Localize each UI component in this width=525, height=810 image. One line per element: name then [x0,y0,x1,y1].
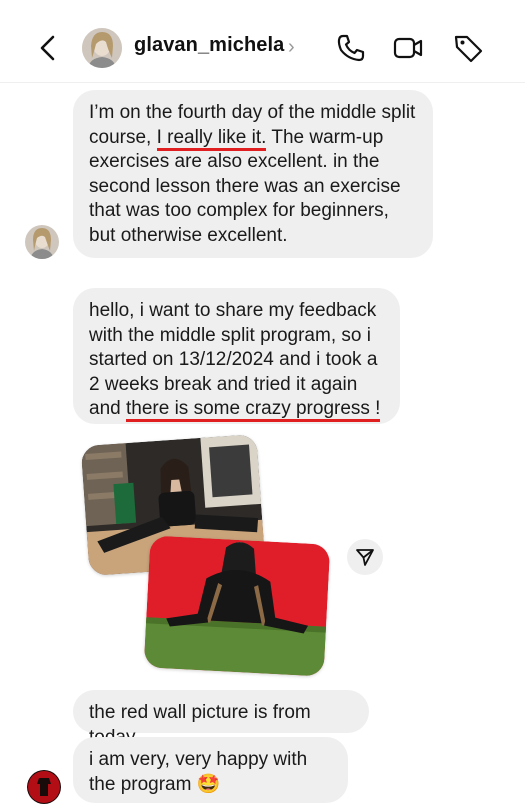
contact-username[interactable]: glavan_michela [134,34,284,57]
share-button[interactable] [347,539,383,575]
back-icon[interactable] [36,34,60,62]
star-struck-emoji-icon: 🤩 [196,773,221,795]
message-bubble[interactable]: the red wall picture is from today [73,690,369,748]
message-bubble[interactable]: i am very, very happy with the program 🤩 [73,737,348,803]
send-icon [356,549,374,566]
message-bubble[interactable]: I’m on the fourth day of the middle spli… [73,90,433,258]
underlined-text: I really like it. [156,126,267,151]
contact-avatar[interactable] [82,28,122,68]
phone-icon[interactable] [335,32,367,64]
red-wall-split-photo[interactable] [143,535,331,677]
chat-header: glavan_michela › [0,0,525,83]
underlined-text: there is some crazy progress ! [125,398,381,422]
chevron-right-icon[interactable]: › [288,36,295,59]
tag-icon[interactable] [452,32,484,64]
video-icon[interactable] [392,32,424,64]
sender-avatar[interactable] [25,225,59,259]
message-bubble[interactable]: hello, i want to share my feedback with … [73,288,400,424]
sender-avatar[interactable] [27,770,61,804]
